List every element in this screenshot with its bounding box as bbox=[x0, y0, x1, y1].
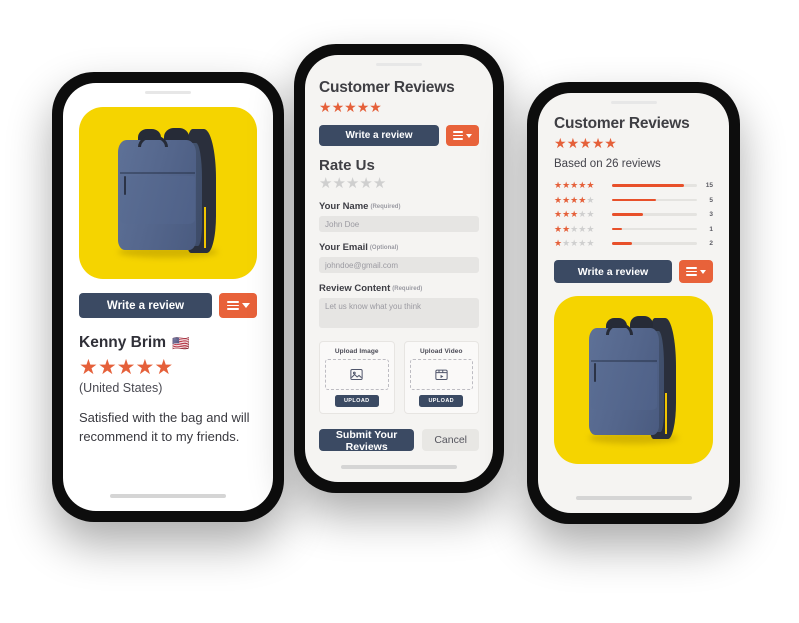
rate-us-star-input[interactable]: ★★★★★ bbox=[319, 176, 479, 191]
breakdown-bar-track bbox=[612, 184, 697, 187]
image-dropzone[interactable] bbox=[325, 359, 389, 390]
reviewer-rating-stars: ★★★★★ bbox=[79, 356, 174, 379]
review-action-row-right: Write a review bbox=[554, 260, 713, 283]
upload-video-title: Upload Video bbox=[419, 348, 463, 355]
write-review-button[interactable]: Write a review bbox=[79, 293, 212, 318]
phone-mockup-stage: Write a review Kenny Brim 🇺🇸 ★★★★★ (Unit… bbox=[0, 0, 799, 623]
review-menu-button[interactable] bbox=[446, 125, 479, 146]
phone-left: Write a review Kenny Brim 🇺🇸 ★★★★★ (Unit… bbox=[52, 72, 284, 522]
review-content-label: Review Content (Required) bbox=[319, 283, 423, 294]
breakdown-stars: ★★★★★ bbox=[554, 209, 595, 219]
upload-image-card[interactable]: Upload Image UPLOAD bbox=[319, 341, 395, 414]
country-flag-icon: 🇺🇸 bbox=[172, 335, 190, 351]
reviewer-row: Kenny Brim 🇺🇸 bbox=[79, 334, 257, 352]
reviewer-country: (United States) bbox=[79, 381, 163, 395]
image-icon bbox=[350, 369, 363, 380]
chevron-down-icon bbox=[241, 303, 250, 308]
review-content-textarea[interactable] bbox=[319, 298, 479, 328]
upload-video-button[interactable]: UPLOAD bbox=[419, 395, 464, 407]
hamburger-icon bbox=[453, 131, 463, 140]
overall-rating-stars: ★★★★★ bbox=[319, 99, 382, 115]
breakdown-count: 1 bbox=[709, 225, 713, 233]
phone-left-screen: Write a review Kenny Brim 🇺🇸 ★★★★★ (Unit… bbox=[63, 83, 273, 511]
home-indicator[interactable] bbox=[575, 496, 692, 500]
video-dropzone[interactable] bbox=[409, 359, 473, 390]
breakdown-bar-fill bbox=[612, 227, 623, 231]
form-actions: Submit Your Reviews Cancel bbox=[319, 429, 479, 453]
home-indicator[interactable] bbox=[110, 494, 226, 498]
review-action-row-middle: Write a review bbox=[319, 125, 479, 146]
rating-breakdown-row[interactable]: ★★★★★ 3 bbox=[554, 210, 713, 219]
hamburger-icon bbox=[686, 267, 697, 276]
rating-breakdown-row[interactable]: ★★★★★ 2 bbox=[554, 239, 713, 248]
write-review-button[interactable]: Write a review bbox=[554, 260, 672, 283]
backpack-illustration bbox=[554, 296, 713, 464]
breakdown-count: 15 bbox=[705, 182, 713, 189]
review-text: Satisfied with the bag and will recommen… bbox=[79, 410, 250, 444]
breakdown-bar-fill bbox=[612, 198, 657, 202]
breakdown-count: 3 bbox=[709, 211, 713, 218]
phone-right: Customer Reviews ★★★★★ Based on 26 revie… bbox=[527, 82, 740, 524]
reviewer-name: Kenny Brim bbox=[79, 334, 166, 351]
review-count-summary: Based on 26 reviews bbox=[554, 158, 661, 170]
overall-rating-stars: ★★★★★ bbox=[554, 135, 617, 151]
breakdown-bar-track bbox=[612, 227, 697, 231]
video-icon bbox=[435, 369, 448, 380]
cancel-button[interactable]: Cancel bbox=[422, 429, 479, 451]
phone-right-screen: Customer Reviews ★★★★★ Based on 26 revie… bbox=[538, 93, 729, 513]
upload-image-title: Upload Image bbox=[334, 348, 379, 355]
phone-middle-screen: Customer Reviews ★★★★★ Write a review Ra… bbox=[305, 55, 493, 482]
write-review-button[interactable]: Write a review bbox=[319, 125, 439, 146]
chevron-down-icon bbox=[700, 269, 706, 274]
rating-breakdown-row[interactable]: ★★★★★ 1 bbox=[554, 223, 713, 234]
product-image-left[interactable] bbox=[79, 107, 257, 279]
upload-image-button[interactable]: UPLOAD bbox=[334, 395, 379, 407]
page-title: Customer Reviews bbox=[554, 115, 690, 132]
hamburger-icon bbox=[226, 300, 239, 311]
product-image-right[interactable] bbox=[554, 296, 713, 464]
rate-us-heading: Rate Us bbox=[319, 157, 375, 174]
breakdown-bar-track bbox=[612, 198, 697, 202]
breakdown-bar-track bbox=[612, 242, 697, 245]
breakdown-count: 5 bbox=[709, 196, 713, 204]
breakdown-stars: ★★★★★ bbox=[554, 194, 595, 205]
name-field-label: Your Name (Required) bbox=[319, 201, 401, 212]
review-menu-button[interactable] bbox=[679, 260, 713, 283]
rating-breakdown: ★★★★★ 15 ★★★★★ 5 ★★★★★ 3 ★★★★★ 1 ★★★★★ 2 bbox=[554, 181, 713, 248]
review-menu-button[interactable] bbox=[219, 293, 257, 318]
upload-section: Upload Image UPLOAD Upload Video UPLOAD bbox=[319, 341, 479, 414]
email-input[interactable] bbox=[319, 257, 479, 273]
breakdown-stars: ★★★★★ bbox=[554, 238, 595, 248]
submit-reviews-button[interactable]: Submit Your Reviews bbox=[319, 429, 415, 453]
chevron-down-icon bbox=[466, 133, 472, 138]
email-field-label: Your Email (Optional) bbox=[319, 242, 399, 253]
breakdown-bar-fill bbox=[612, 213, 643, 216]
breakdown-bar-track bbox=[612, 213, 697, 216]
phone-middle: Customer Reviews ★★★★★ Write a review Ra… bbox=[294, 44, 504, 493]
breakdown-stars: ★★★★★ bbox=[554, 223, 595, 234]
breakdown-count: 2 bbox=[709, 240, 713, 247]
home-indicator[interactable] bbox=[341, 465, 457, 469]
name-input[interactable] bbox=[319, 216, 479, 232]
backpack-illustration bbox=[79, 107, 257, 279]
page-title: Customer Reviews bbox=[319, 79, 455, 96]
breakdown-stars: ★★★★★ bbox=[554, 180, 595, 190]
breakdown-bar-fill bbox=[612, 184, 685, 187]
upload-video-card[interactable]: Upload Video UPLOAD bbox=[403, 341, 479, 414]
rating-breakdown-row[interactable]: ★★★★★ 15 bbox=[554, 181, 713, 190]
breakdown-bar-fill bbox=[612, 242, 633, 245]
review-action-row-left: Write a review bbox=[79, 293, 257, 318]
rating-breakdown-row[interactable]: ★★★★★ 5 bbox=[554, 194, 713, 205]
